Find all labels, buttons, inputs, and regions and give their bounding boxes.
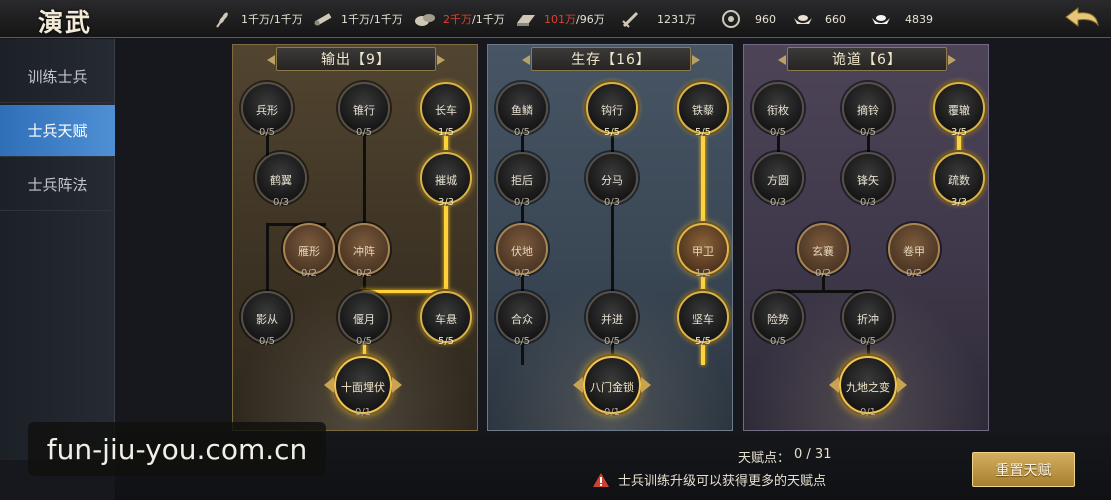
talent-node-bingjin[interactable]: 并进 0/5 bbox=[586, 291, 638, 347]
talent-node-ultimate-shimianmaifu[interactable]: 十面埋伏 0/1 bbox=[324, 356, 402, 418]
talent-node-chexuan[interactable]: 车悬 5/5 bbox=[420, 291, 472, 347]
sidebar: 训练士兵 士兵天赋 士兵阵法 bbox=[0, 39, 115, 460]
talent-node-xianmei[interactable]: 衔枚 0/5 bbox=[752, 82, 804, 138]
talent-node-zhuixing[interactable]: 锥行 0/5 bbox=[338, 82, 390, 138]
talent-node-fangyuan[interactable]: 方圆 0/3 bbox=[752, 152, 804, 208]
talent-node-xianshi[interactable]: 险势 0/5 bbox=[752, 291, 804, 347]
resource-iron: 101万/96万 bbox=[515, 0, 605, 38]
talent-node-changche[interactable]: 长车 1/5 bbox=[420, 82, 472, 138]
sword-icon bbox=[620, 8, 642, 30]
resource-value: 660 bbox=[825, 12, 846, 26]
talent-panel-survival: 生存【16】 鱼鳞 0/5 钩行 5/5 铁藜 5/5 拒后 0/3 分马 0/3 伏地 0… bbox=[487, 44, 733, 431]
resource-value: 1千万 bbox=[241, 13, 270, 26]
resource-stone: 2千万/1千万 bbox=[414, 0, 505, 38]
panel-title: 生存【16】 bbox=[522, 47, 700, 71]
resource-cap: /1千万 bbox=[472, 13, 505, 26]
iron-icon bbox=[515, 8, 537, 30]
warning-icon bbox=[593, 472, 609, 487]
talent-node-juhou[interactable]: 拒后 0/3 bbox=[496, 152, 548, 208]
resource-value: 960 bbox=[755, 12, 776, 26]
talent-node-xuanxiang[interactable]: 玄襄 0/2 bbox=[797, 223, 849, 279]
gold-ingot-icon bbox=[792, 8, 814, 30]
resource-value: 1231万 bbox=[657, 13, 696, 26]
resource-cap: /1千万 bbox=[370, 13, 403, 26]
wood-icon bbox=[312, 8, 334, 30]
talent-node-fenma[interactable]: 分马 0/3 bbox=[586, 152, 638, 208]
resource-coins: 960 bbox=[720, 0, 776, 38]
back-button[interactable] bbox=[1061, 4, 1103, 32]
talent-points-value: 0 / 31 bbox=[794, 447, 832, 462]
resource-soldiers: 1231万 bbox=[620, 0, 696, 38]
resource-cap: /96万 bbox=[576, 13, 605, 26]
talent-hint: 士兵训练升级可以获得更多的天赋点 bbox=[592, 470, 826, 489]
talent-panel-deception: 诡道【6】 衔枚 0/5 摘铃 0/5 覆辙 3/5 方圆 0/3 锋矢 0/3 疏数 3/… bbox=[743, 44, 989, 431]
wheat-icon bbox=[212, 8, 234, 30]
resource-wheat: 1千万/1千万 bbox=[212, 0, 303, 38]
panel-title: 诡道【6】 bbox=[778, 47, 956, 71]
reset-talents-button[interactable]: 重置天赋 bbox=[972, 452, 1075, 487]
talent-node-yanxing[interactable]: 雁形 0/2 bbox=[283, 223, 335, 279]
resource-value-over: 2千万 bbox=[443, 13, 472, 26]
talent-points-label: 天赋点： bbox=[738, 451, 791, 466]
back-arrow-icon bbox=[1065, 7, 1099, 27]
page-title: 演武 bbox=[38, 8, 93, 37]
resource-value-over: 101万 bbox=[544, 13, 576, 26]
sidebar-item-train-soldiers[interactable]: 训练士兵 bbox=[0, 51, 115, 103]
talent-node-shushu[interactable]: 疏数 3/3 bbox=[933, 152, 985, 208]
top-bar: 演武 1千万/1千万 1千万/1千万 2千万/1千万 101万/96万 1231… bbox=[0, 0, 1111, 38]
resource-value: 4839 bbox=[905, 12, 933, 26]
talent-node-chongzhen[interactable]: 冲阵 0/2 bbox=[338, 223, 390, 279]
talent-node-yanyue[interactable]: 偃月 0/5 bbox=[338, 291, 390, 347]
talent-node-fengshi[interactable]: 锋矢 0/3 bbox=[842, 152, 894, 208]
resource-silver: 4839 bbox=[870, 0, 933, 38]
talent-node-cuicheng[interactable]: 摧城 3/3 bbox=[420, 152, 472, 208]
silver-ingot-icon bbox=[870, 8, 892, 30]
talent-node-fuche[interactable]: 覆辙 3/5 bbox=[933, 82, 985, 138]
resource-gold: 660 bbox=[792, 0, 846, 38]
sidebar-item-soldier-talents[interactable]: 士兵天赋 bbox=[0, 105, 115, 157]
talent-node-gouxing[interactable]: 钩行 5/5 bbox=[586, 82, 638, 138]
talent-node-jianche[interactable]: 坚车 5/5 bbox=[677, 291, 729, 347]
talent-node-tieli[interactable]: 铁藜 5/5 bbox=[677, 82, 729, 138]
resource-cap: /1千万 bbox=[270, 13, 303, 26]
talent-node-hezhong[interactable]: 合众 0/5 bbox=[496, 291, 548, 347]
panel-title: 输出【9】 bbox=[267, 47, 445, 71]
talent-node-ultimate-bamenjinsuo[interactable]: 八门金锁 0/1 bbox=[573, 356, 651, 418]
talent-node-zhechong[interactable]: 折冲 0/5 bbox=[842, 291, 894, 347]
stone-icon bbox=[414, 8, 436, 30]
talent-points: 天赋点： 0 / 31 bbox=[738, 447, 831, 466]
talent-node-juanjia[interactable]: 卷甲 0/2 bbox=[888, 223, 940, 279]
watermark: fun-jiu-you.com.cn bbox=[28, 422, 326, 476]
talent-node-heyi[interactable]: 鹤翼 0/3 bbox=[255, 152, 307, 208]
talent-node-fudi[interactable]: 伏地 0/2 bbox=[496, 223, 548, 279]
talent-panel-offense: 输出【9】 兵形 0/5 锥行 0/5 长车 1/5 鹤翼 0/3 摧城 3/3 雁形 0/… bbox=[232, 44, 478, 431]
talent-node-yingcong[interactable]: 影从 0/5 bbox=[241, 291, 293, 347]
resource-wood: 1千万/1千万 bbox=[312, 0, 403, 38]
talent-node-yulin[interactable]: 鱼鳞 0/5 bbox=[496, 82, 548, 138]
resource-value: 1千万 bbox=[341, 13, 370, 26]
talent-node-ultimate-jiudizhibian[interactable]: 九地之变 0/1 bbox=[829, 356, 907, 418]
talent-node-bingxing[interactable]: 兵形 0/5 bbox=[241, 82, 293, 138]
hint-text: 士兵训练升级可以获得更多的天赋点 bbox=[618, 474, 827, 489]
talent-node-jiawei[interactable]: 甲卫 1/2 bbox=[677, 223, 729, 279]
sidebar-item-soldier-formation[interactable]: 士兵阵法 bbox=[0, 159, 115, 211]
coin-icon bbox=[720, 8, 742, 30]
talent-node-zhailing[interactable]: 摘铃 0/5 bbox=[842, 82, 894, 138]
